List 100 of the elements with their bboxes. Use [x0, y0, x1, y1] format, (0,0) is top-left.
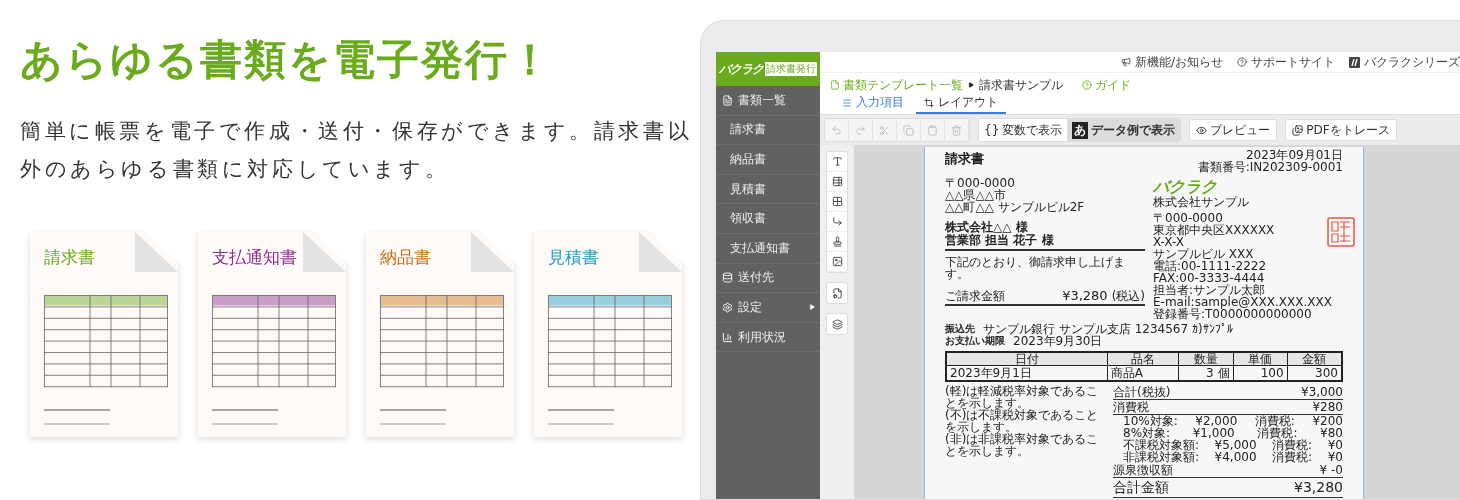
- clipboard-icon: [927, 124, 938, 136]
- column-header: 数量: [1178, 352, 1234, 366]
- column-header: 単価: [1233, 352, 1288, 366]
- layers-icon: [831, 318, 843, 330]
- issuer-detail: FAX:00-3333-4444: [1153, 272, 1266, 284]
- bank-account: サンプル銀行 サンプル支店 1234567 ｶ)ｻﾝﾌﾟﾙ: [983, 323, 1233, 335]
- tax-note-text: (不)は不課税対象であることを示します。: [945, 409, 1100, 433]
- tax-note-text: (軽)は軽減税率対象であることを示します。: [945, 385, 1100, 409]
- column-header: 品名: [1107, 352, 1179, 366]
- sidebar-item-icon: [722, 301, 733, 313]
- folded-corner-icon: [639, 232, 682, 272]
- app-logo: バクラク: [719, 60, 763, 78]
- tool-button[interactable]: [826, 282, 848, 304]
- series-logo-icon: [1349, 56, 1360, 68]
- trace-button[interactable]: PDFをトレース: [1285, 119, 1397, 141]
- tool-button[interactable]: [826, 313, 848, 335]
- issuer-detail: 東京都中央区XXXXXX: [1153, 224, 1276, 236]
- column-header: 日付: [946, 352, 1108, 366]
- tax-base-label: 10%対象:: [1123, 415, 1178, 427]
- tax-value: ¥80: [1320, 427, 1343, 439]
- total-label: 消費税: [1113, 401, 1149, 413]
- corner-arrow-icon: [831, 216, 843, 227]
- product-badge: 請求書発行: [765, 62, 817, 76]
- tax-label: 消費税:: [1272, 451, 1313, 463]
- card-title: 見積書: [548, 246, 599, 269]
- undo-icon: [831, 124, 842, 136]
- tax-value: ¥200: [1312, 415, 1343, 427]
- card-title: 支払通知書: [212, 246, 297, 269]
- issuer-detail: E-mail:sample@XXX.XXX.XXX: [1153, 296, 1333, 308]
- help-icon: [1237, 57, 1247, 67]
- megaphone-icon: [1120, 57, 1131, 67]
- sidebar-item-icon: [722, 331, 733, 343]
- eye-icon: [1196, 124, 1208, 136]
- amount-value: ¥3,280: [1062, 290, 1108, 302]
- grid-icon: [831, 196, 843, 207]
- redo-icon: [855, 124, 866, 136]
- tax-value: ¥0: [1327, 439, 1343, 451]
- client-address-line: △△町△△ サンプルビル2F: [945, 201, 1086, 213]
- help-icon: [1082, 80, 1092, 90]
- tax-base-value: ¥4,000: [1214, 451, 1257, 463]
- folded-corner-icon: [303, 232, 346, 272]
- document-number: 書類番号:IN202309-0001: [1197, 161, 1343, 173]
- issuer-detail: 〒000-0000: [1153, 212, 1223, 224]
- issuer-detail: 登録番号:T0000000000000: [1153, 308, 1312, 320]
- stamp-icon: [831, 236, 843, 247]
- card-title: 請求書: [44, 246, 95, 269]
- sidebar-item[interactable]: 書類一覧: [716, 86, 820, 116]
- header-link[interactable]: サポートサイト: [1237, 53, 1335, 71]
- crop-icon: [924, 97, 934, 108]
- total-label: 合計(税抜): [1113, 386, 1171, 398]
- cut-icon: [879, 124, 890, 136]
- total-label: 源泉徴収額: [1113, 464, 1173, 476]
- client-name: 株式会社△△ 様: [945, 221, 1029, 234]
- column-header: 金額: [1287, 352, 1342, 366]
- tax-label: 消費税:: [1257, 427, 1298, 439]
- sidebar-item-icon: [722, 94, 733, 106]
- trash-icon: [951, 124, 962, 136]
- folded-corner-icon: [471, 232, 514, 272]
- tax-base-value: ¥1,000: [1192, 427, 1235, 439]
- preview-button[interactable]: プレビュー: [1189, 119, 1278, 141]
- client-name: 営業部 担当 花子 様: [945, 234, 1055, 247]
- image-icon: [831, 256, 843, 267]
- total-value: ¥3,280: [1294, 479, 1343, 496]
- seal-stamp-drawing: [1327, 217, 1355, 247]
- images-icon: [1292, 124, 1304, 136]
- issuer-logo: バクラク: [1153, 177, 1218, 196]
- tax-base-value: ¥5,000: [1214, 439, 1257, 451]
- tax-base-label: 不課税対象額:: [1123, 439, 1200, 451]
- tax-value: ¥0: [1327, 451, 1343, 463]
- header-link[interactable]: 新機能/お知らせ: [1120, 53, 1223, 71]
- client-address-line: 〒000-0000: [945, 177, 1016, 189]
- breadcrumb-link[interactable]: 書類テンプレート一覧: [830, 76, 963, 94]
- card-title: 納品書: [380, 246, 431, 269]
- document-icon: [830, 80, 840, 90]
- total-value: ¥ -0: [1319, 464, 1343, 476]
- document-title: 請求書: [945, 153, 984, 168]
- copy-icon: [903, 124, 914, 136]
- due-date: 2023年9月30日: [1013, 335, 1103, 347]
- view-toggle-button[interactable]: あ データ例で表示: [1067, 119, 1181, 141]
- amount-label: ご請求金額: [945, 290, 1005, 302]
- issuer-detail: 担当者:サンプル太郎: [1153, 284, 1266, 296]
- breadcrumb-current: 請求書サンプル: [979, 76, 1063, 94]
- sidebar-item-icon: [722, 272, 733, 284]
- file-settings-icon: [831, 287, 843, 299]
- greeting-text: 下記のとおり、御請求申し上げます。: [945, 256, 1126, 280]
- tax-note: (税込): [1111, 290, 1145, 302]
- total-label: 合計金額: [1113, 479, 1169, 496]
- lead-paragraph: 簡単に帳票を電子で作成・送付・保存ができます。請求書以外のあらゆる書類に対応しています。: [20, 118, 694, 183]
- tab[interactable]: 入力項目: [834, 93, 912, 114]
- header-link[interactable]: バクラクシリーズ: [1349, 53, 1460, 71]
- guide-link[interactable]: ガイド: [1082, 76, 1131, 94]
- text-icon: [831, 156, 843, 167]
- issuer-detail: サンプルビル XXX: [1153, 248, 1255, 260]
- table-icon: [831, 176, 843, 187]
- total-value: ¥280: [1312, 401, 1343, 413]
- headline: あらゆる書類を電子発行！: [20, 34, 553, 86]
- issuer-name: 株式会社サンプル: [1153, 196, 1250, 208]
- bank-label: 振込先: [945, 323, 975, 335]
- tax-base-value: ¥2,000: [1195, 415, 1238, 427]
- issuer-detail: 電話:00-1111-2222: [1153, 260, 1268, 272]
